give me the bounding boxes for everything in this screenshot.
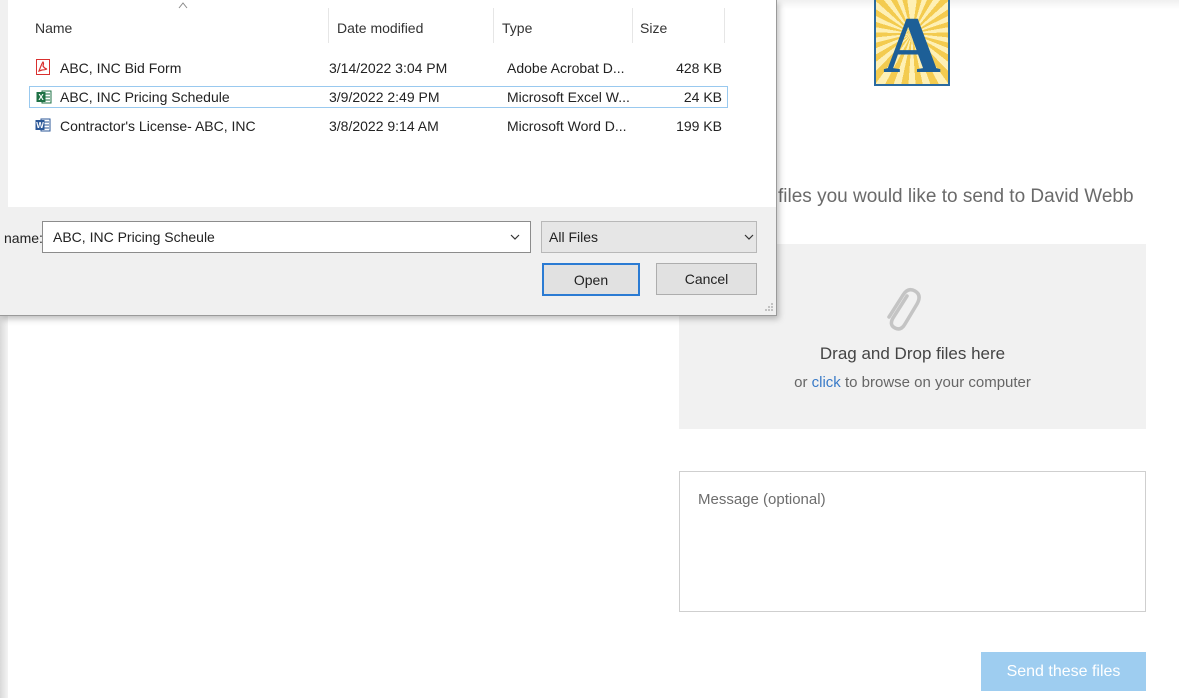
file-date: 3/14/2022 3:04 PM [329, 60, 448, 76]
file-size: 24 KB [683, 89, 722, 105]
page-top-shadow [776, 0, 1179, 9]
cancel-button[interactable]: Cancel [656, 263, 757, 295]
file-open-dialog: Name Date modified Type Size ABC, INC Bi… [0, 0, 777, 316]
column-header-date-modified[interactable]: Date modified [337, 0, 423, 43]
file-size: 199 KB [676, 118, 722, 134]
file-name: Contractor's License- ABC, INC [60, 118, 256, 134]
column-header-name[interactable]: Name [35, 0, 72, 43]
file-name-label: name: [4, 230, 43, 246]
column-header-type[interactable]: Type [502, 0, 532, 43]
column-divider[interactable] [724, 8, 725, 43]
dropzone-sub-suffix: to browse on your computer [840, 374, 1031, 391]
browse-link[interactable]: click [812, 374, 841, 391]
file-type: Microsoft Excel W... [507, 89, 630, 105]
company-logo: A [874, 0, 950, 86]
column-header-size[interactable]: Size [640, 0, 667, 43]
file-row[interactable]: W Contractor's License- ABC, INC 3/8/202… [29, 115, 728, 137]
dropzone-subtitle: or click to browse on your computer [679, 374, 1146, 391]
pdf-file-icon [36, 59, 50, 75]
file-type: Microsoft Word D... [507, 118, 627, 134]
file-type: Adobe Acrobat D... [507, 60, 625, 76]
send-files-button[interactable]: Send these files [981, 652, 1146, 691]
file-row[interactable]: ABC, INC Bid Form 3/14/2022 3:04 PM Adob… [29, 57, 728, 79]
file-type-filter[interactable]: All Files [541, 221, 757, 253]
file-row-selected[interactable]: X ABC, INC Pricing Schedule 3/9/2022 2:4… [29, 86, 728, 108]
svg-text:W: W [36, 121, 44, 130]
chevron-down-icon [744, 234, 754, 240]
excel-file-icon: X [36, 90, 52, 104]
file-date: 3/9/2022 2:49 PM [329, 89, 440, 105]
chevron-down-icon[interactable] [510, 234, 520, 241]
word-file-icon: W [35, 118, 51, 132]
logo-letter: A [883, 2, 941, 86]
sort-ascending-icon [178, 2, 188, 9]
column-divider[interactable] [632, 8, 633, 43]
file-name: ABC, INC Pricing Schedule [60, 89, 230, 105]
message-field[interactable] [679, 471, 1146, 612]
file-type-filter-value: All Files [549, 229, 599, 245]
file-date: 3/8/2022 9:14 AM [329, 118, 439, 134]
column-divider[interactable] [328, 8, 329, 43]
open-button[interactable]: Open [542, 263, 640, 296]
upload-instructions: files you would like to send to David We… [778, 186, 1134, 207]
column-divider[interactable] [493, 8, 494, 43]
svg-text:X: X [38, 93, 44, 102]
file-name-input[interactable] [42, 221, 531, 253]
paperclip-icon [887, 287, 921, 331]
file-size: 428 KB [676, 60, 722, 76]
dropzone-title: Drag and Drop files here [819, 344, 1006, 363]
resize-grip-icon[interactable] [763, 301, 774, 312]
file-name: ABC, INC Bid Form [60, 60, 182, 76]
file-list[interactable]: Name Date modified Type Size ABC, INC Bi… [8, 0, 776, 207]
dropzone-sub-prefix: or [794, 374, 812, 391]
